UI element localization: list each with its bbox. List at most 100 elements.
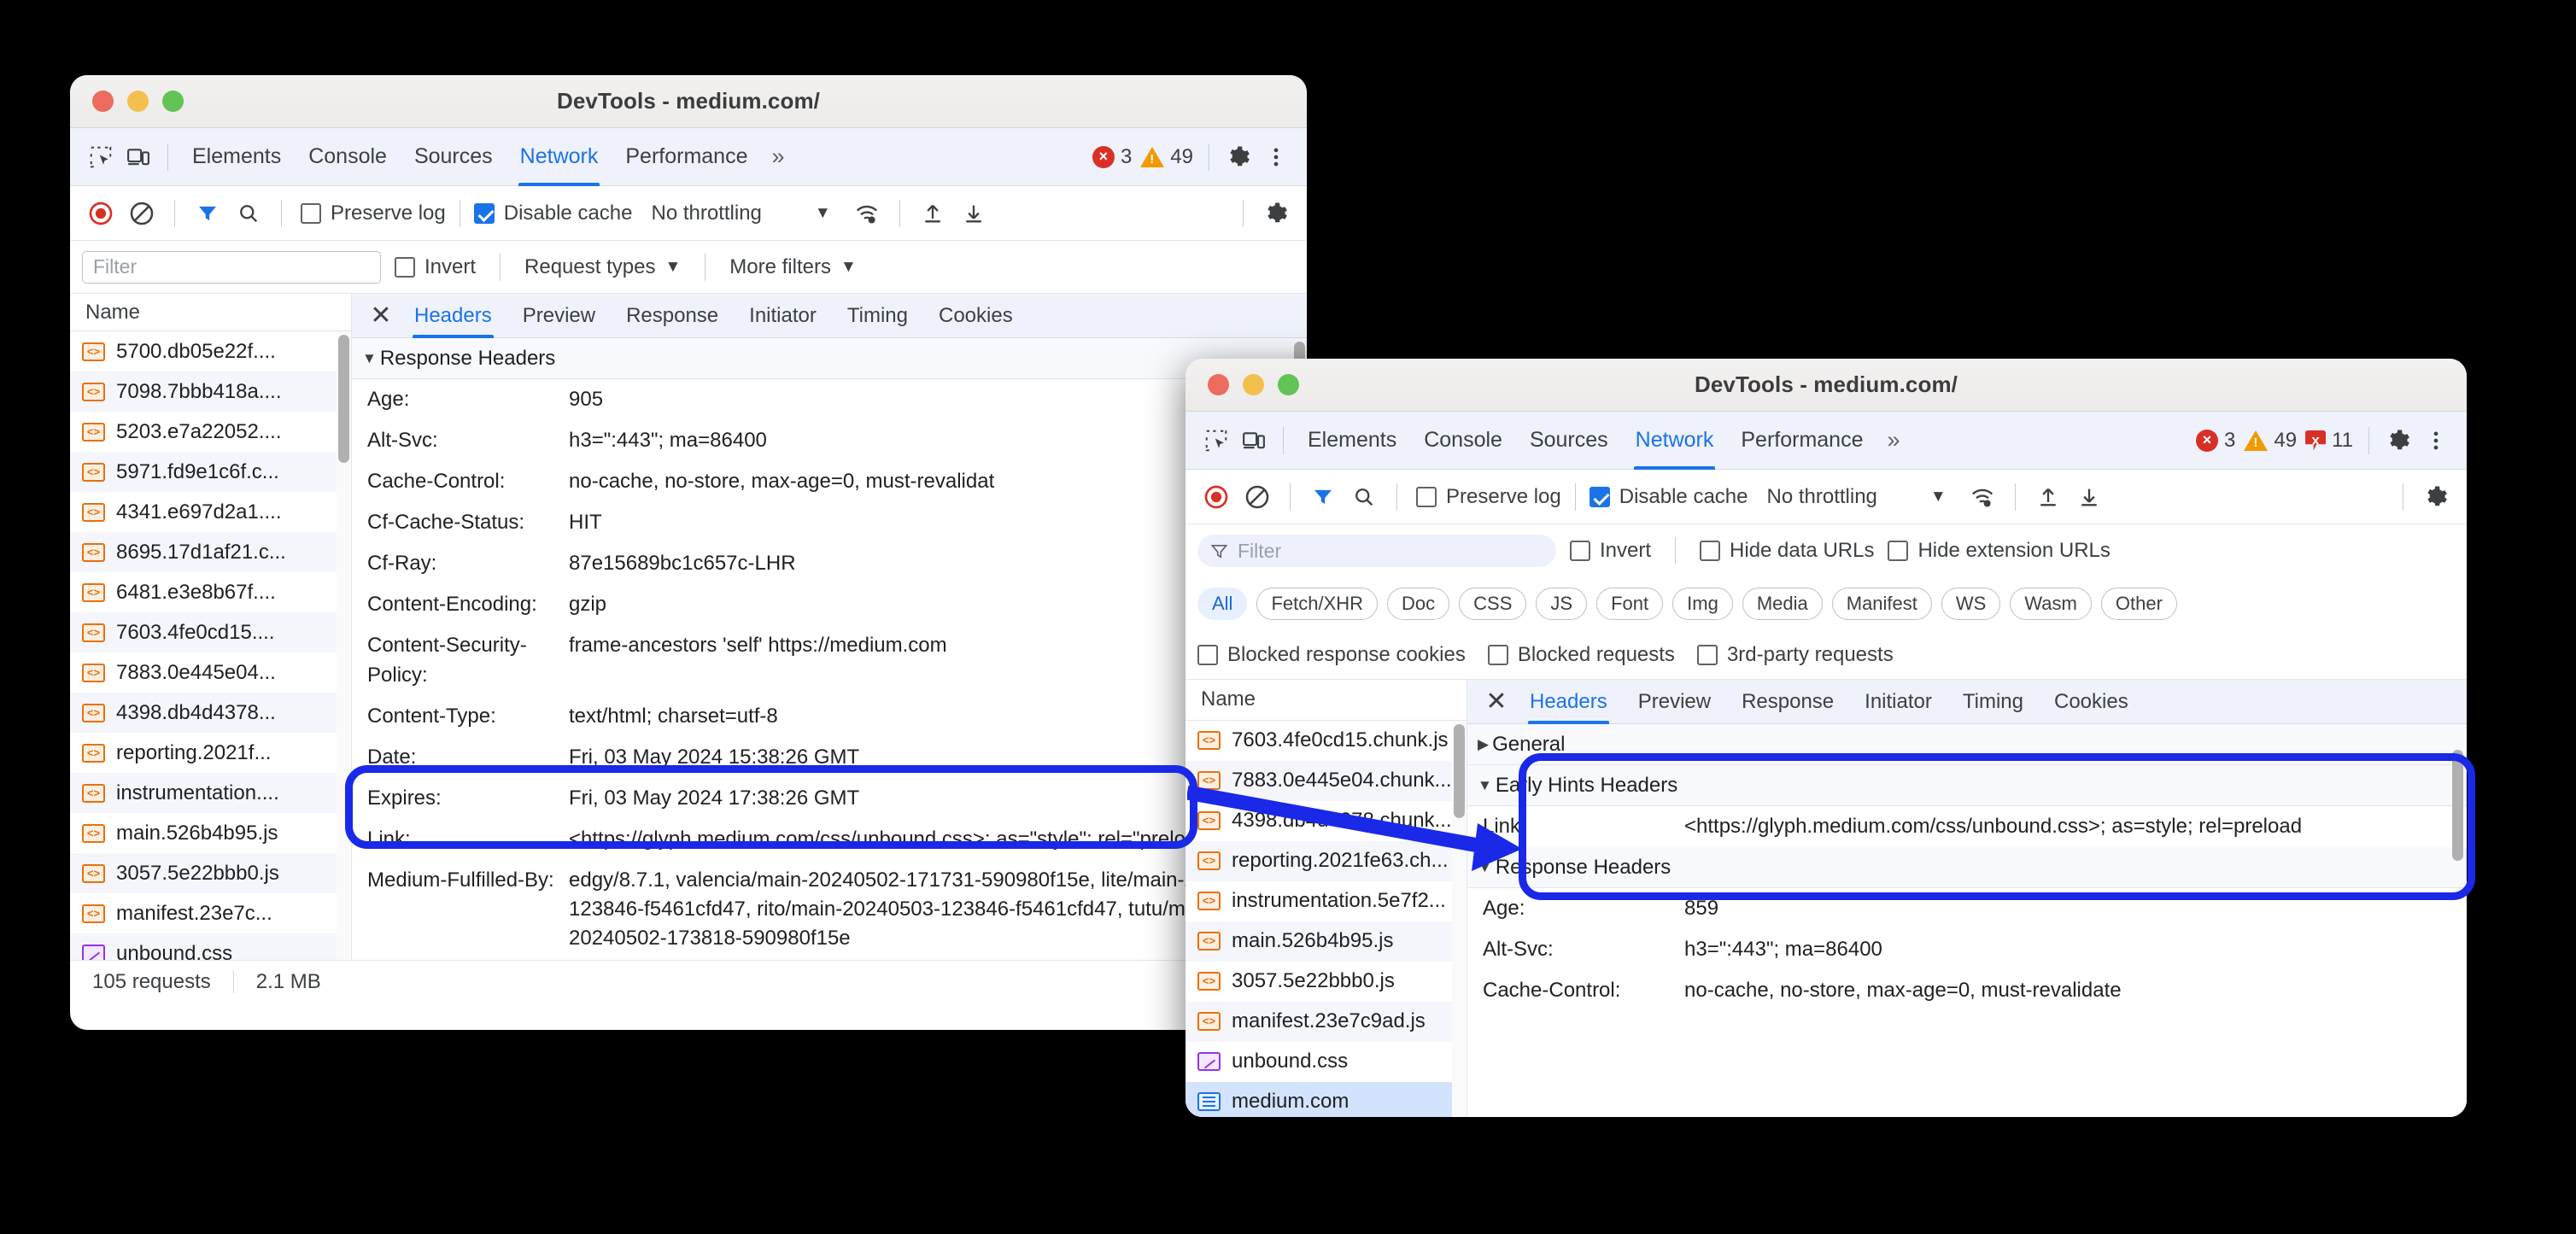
tab-performance-2[interactable]: Performance [1727, 412, 1876, 470]
header-row[interactable]: Cache-Control: no-cache, no-store, max-ag… [352, 461, 1307, 502]
tab-console[interactable]: Console [295, 128, 401, 186]
request-row[interactable]: 4398.db4d4378... [70, 693, 351, 734]
hide-data-urls-checkbox[interactable]: Hide data URLs [1700, 539, 1874, 563]
detail-tab-response[interactable]: Response [612, 294, 733, 338]
more-tabs-icon-2[interactable]: » [1876, 427, 1906, 453]
request-row[interactable]: 5203.e7a22052.... [70, 412, 351, 452]
triangle-down-icon[interactable]: ▼ [362, 350, 377, 367]
request-row[interactable]: main.526b4b95.js [1186, 921, 1467, 962]
type-filter-chip[interactable]: CSS [1459, 588, 1527, 620]
disable-cache-checkbox-2[interactable]: Disable cache [1589, 485, 1748, 509]
detail-tab-timing[interactable]: Timing [833, 294, 922, 338]
tab-sources[interactable]: Sources [401, 128, 506, 186]
more-tabs-icon[interactable]: » [761, 143, 791, 170]
headers-section-title[interactable]: ▼ Early Hints Headers [1467, 765, 2467, 806]
type-filter-chip[interactable]: Fetch/XHR [1256, 588, 1379, 620]
invert-box[interactable] [395, 256, 415, 278]
type-filter-chip[interactable]: Font [1596, 588, 1664, 620]
type-filter-chip[interactable]: WS [1941, 588, 2001, 620]
window1-headers-body[interactable]: ▼ Response Headers Age: 905 Alt-Svc: h3=":443… [352, 338, 1307, 960]
hide-data-urls-box[interactable] [1700, 541, 1721, 561]
window2-requests-panel[interactable]: Name 7603.4fe0cd15.chunk.js 7883.0e445e04… [1186, 680, 1467, 1117]
request-row[interactable]: 7603.4fe0cd15.chunk.js [1186, 721, 1467, 761]
device-toolbar-icon-2[interactable] [1235, 422, 1273, 459]
window2-issue-counters[interactable]: × 3 49 x 11 [2196, 429, 2353, 453]
header-row[interactable]: Cache-Control: no-cache, no-store, max-ag… [1467, 970, 2467, 1011]
type-filter-chip[interactable]: Doc [1387, 588, 1450, 620]
request-row[interactable]: unbound.css [1186, 1042, 1467, 1082]
gear-icon-2[interactable] [2380, 422, 2417, 459]
preserve-log-box-2[interactable] [1416, 486, 1437, 507]
detail-tab-response-2[interactable]: Response [1727, 680, 1848, 724]
record-icon[interactable] [82, 195, 120, 232]
preserve-log-checkbox-2[interactable]: Preserve log [1416, 485, 1561, 509]
block-filter-checkbox[interactable]: Blocked response cookies [1197, 643, 1466, 667]
window2-request-list[interactable]: 7603.4fe0cd15.chunk.js 7883.0e445e04.chun… [1186, 720, 1467, 1117]
disable-cache-checkbox[interactable]: Disable cache [473, 202, 632, 225]
request-row[interactable]: 7603.4fe0cd15.... [70, 612, 351, 653]
request-row[interactable]: manifest.23e7c9ad.js [1186, 1001, 1467, 1042]
request-row[interactable]: 5700.db05e22f.... [70, 331, 351, 371]
header-row[interactable]: Cf-Ray: 87e15689bc1c657c-LHR [352, 543, 1307, 584]
issues-counter-2[interactable]: x 11 [2305, 429, 2353, 453]
request-row[interactable]: unbound.css [70, 933, 351, 960]
detail-tab-preview-2[interactable]: Preview [1624, 680, 1725, 724]
window1-request-list[interactable]: 5700.db05e22f.... 7098.7bbb418a.... 5203.e… [70, 331, 351, 960]
network-settings-gear-icon-2[interactable] [2417, 478, 2455, 516]
header-row[interactable]: Date: Fri, 03 May 2024 15:38:26 GMT [352, 737, 1307, 778]
minimize-window-button-2[interactable] [1243, 374, 1264, 395]
filter-icon-2[interactable] [1304, 478, 1342, 516]
inspect-element-icon[interactable] [82, 138, 120, 176]
block-filter-box[interactable] [1197, 644, 1218, 665]
tab-network-2[interactable]: Network [1622, 412, 1728, 470]
close-window-button-2[interactable] [1208, 374, 1229, 395]
headers-section-title[interactable]: ▼ Response Headers [1467, 847, 2467, 889]
preserve-log-box[interactable] [301, 202, 321, 224]
clear-icon-2[interactable] [1238, 478, 1276, 516]
window1-network-toolbar[interactable]: Preserve log Disable cache No throttling… [70, 186, 1307, 241]
block-filter-box[interactable] [1696, 644, 1718, 665]
disable-cache-box[interactable] [473, 202, 495, 224]
maximize-window-button[interactable] [162, 91, 184, 112]
header-row[interactable]: Link: <https://glyph.medium.com/css/unbou… [352, 819, 1307, 860]
request-row[interactable]: 3057.5e22bbb0.js [70, 853, 351, 894]
tab-console-2[interactable]: Console [1410, 412, 1516, 470]
clear-icon[interactable] [123, 195, 161, 232]
type-filter-chip[interactable]: Img [1672, 588, 1733, 620]
more-filters-dropdown[interactable]: More filters ▼ [729, 255, 857, 279]
tab-sources-2[interactable]: Sources [1516, 412, 1622, 470]
window2-block-filters[interactable]: Blocked response cookies Blocked requests… [1186, 630, 2467, 680]
devtools-window-2[interactable]: DevTools - medium.com/ Elements Console … [1186, 359, 2467, 1117]
maximize-window-button-2[interactable] [1278, 374, 1299, 395]
throttling-select[interactable]: No throttling [651, 202, 761, 225]
hide-extension-urls-checkbox[interactable]: Hide extension URLs [1888, 539, 2111, 563]
export-har-icon-2[interactable] [2070, 478, 2108, 516]
inspect-element-icon-2[interactable] [1197, 422, 1235, 459]
request-row[interactable]: instrumentation.5e7f2... [1186, 881, 1467, 921]
tab-elements-2[interactable]: Elements [1294, 412, 1410, 470]
device-toolbar-icon[interactable] [120, 138, 157, 176]
name-column-header-2[interactable]: Name [1186, 680, 1467, 721]
search-icon[interactable] [230, 195, 267, 232]
request-list-scrollbar-2[interactable] [1454, 723, 1465, 818]
preserve-log-checkbox[interactable]: Preserve log [301, 202, 446, 225]
headers-scrollbar-2[interactable] [2452, 750, 2463, 861]
throttling-select-2[interactable]: No throttling [1766, 485, 1876, 509]
window1-titlebar[interactable]: DevTools - medium.com/ [70, 75, 1307, 128]
invert-checkbox[interactable]: Invert [395, 255, 476, 279]
type-filter-chip[interactable]: Manifest [1831, 588, 1932, 620]
import-har-icon-2[interactable] [2029, 478, 2067, 516]
network-conditions-icon-2[interactable] [1964, 478, 2001, 516]
type-filter-chip[interactable]: Media [1742, 588, 1823, 620]
headers-section-title[interactable]: ▶ General [1467, 724, 2467, 765]
request-row[interactable]: 4398.db4d4378.chunk... [1186, 801, 1467, 841]
close-icon[interactable]: ✕ [364, 299, 398, 333]
headers-section-title[interactable]: ▼ Response Headers [352, 338, 1307, 379]
request-row[interactable]: 5971.fd9e1c6f.c... [70, 452, 351, 493]
request-row[interactable]: reporting.2021fe63.ch... [1186, 840, 1467, 881]
header-row[interactable]: Alt-Svc: h3=":443"; ma=86400 [1467, 929, 2467, 970]
invert-checkbox-2[interactable]: Invert [1570, 539, 1651, 563]
close-window-button[interactable] [92, 91, 114, 112]
window2-network-toolbar[interactable]: Preserve log Disable cache No throttling… [1186, 470, 2467, 524]
more-options-icon-2[interactable] [2417, 422, 2455, 459]
